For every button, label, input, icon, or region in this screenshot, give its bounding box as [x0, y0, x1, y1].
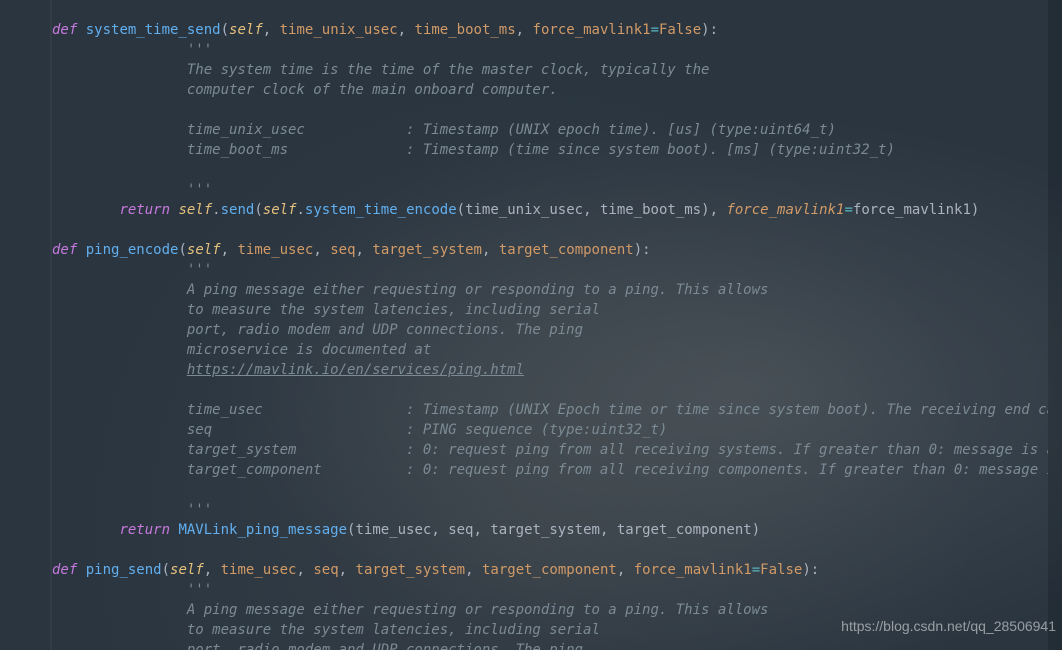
code-line [52, 540, 1048, 560]
code-line: https://mavlink.io/en/services/ping.html [52, 360, 1048, 380]
code-line [52, 160, 1048, 180]
code-line: The system time is the time of the maste… [52, 60, 1048, 80]
code-line: to measure the system latencies, includi… [52, 300, 1048, 320]
code-line: def system_time_send(self, time_unix_use… [52, 20, 1048, 40]
code-line: ''' [52, 180, 1048, 200]
code-line: target_system : 0: request ping from all… [52, 440, 1048, 460]
code-editor[interactable]: def system_time_send(self, time_unix_use… [52, 0, 1048, 650]
code-line [52, 480, 1048, 500]
code-line: ''' [52, 260, 1048, 280]
code-line: return self.send(self.system_time_encode… [52, 200, 1048, 220]
code-line: ''' [52, 580, 1048, 600]
code-line: microservice is documented at [52, 340, 1048, 360]
code-line: ''' [52, 500, 1048, 520]
code-line: target_component : 0: request ping from … [52, 460, 1048, 480]
code-line: return MAVLink_ping_message(time_usec, s… [52, 520, 1048, 540]
code-line [52, 100, 1048, 120]
code-line: time_unix_usec : Timestamp (UNIX epoch t… [52, 120, 1048, 140]
code-line: seq : PING sequence (type:uint32_t) [52, 420, 1048, 440]
code-line [52, 220, 1048, 240]
watermark-text: https://blog.csdn.net/qq_28506941 [841, 616, 1056, 636]
code-line: time_boot_ms : Timestamp (time since sys… [52, 140, 1048, 160]
code-line: time_usec : Timestamp (UNIX Epoch time o… [52, 400, 1048, 420]
code-line: A ping message either requesting or resp… [52, 280, 1048, 300]
code-line: computer clock of the main onboard compu… [52, 80, 1048, 100]
doc-link[interactable]: https://mavlink.io/en/services/ping.html [187, 362, 524, 378]
code-line [52, 0, 1048, 20]
code-line: def ping_send(self, time_usec, seq, targ… [52, 560, 1048, 580]
code-line: ''' [52, 40, 1048, 60]
code-line: def ping_encode(self, time_usec, seq, ta… [52, 240, 1048, 260]
code-line: port, radio modem and UDP connections. T… [52, 640, 1048, 650]
code-line [52, 380, 1048, 400]
code-line: port, radio modem and UDP connections. T… [52, 320, 1048, 340]
vertical-scrollbar[interactable] [1048, 0, 1062, 650]
